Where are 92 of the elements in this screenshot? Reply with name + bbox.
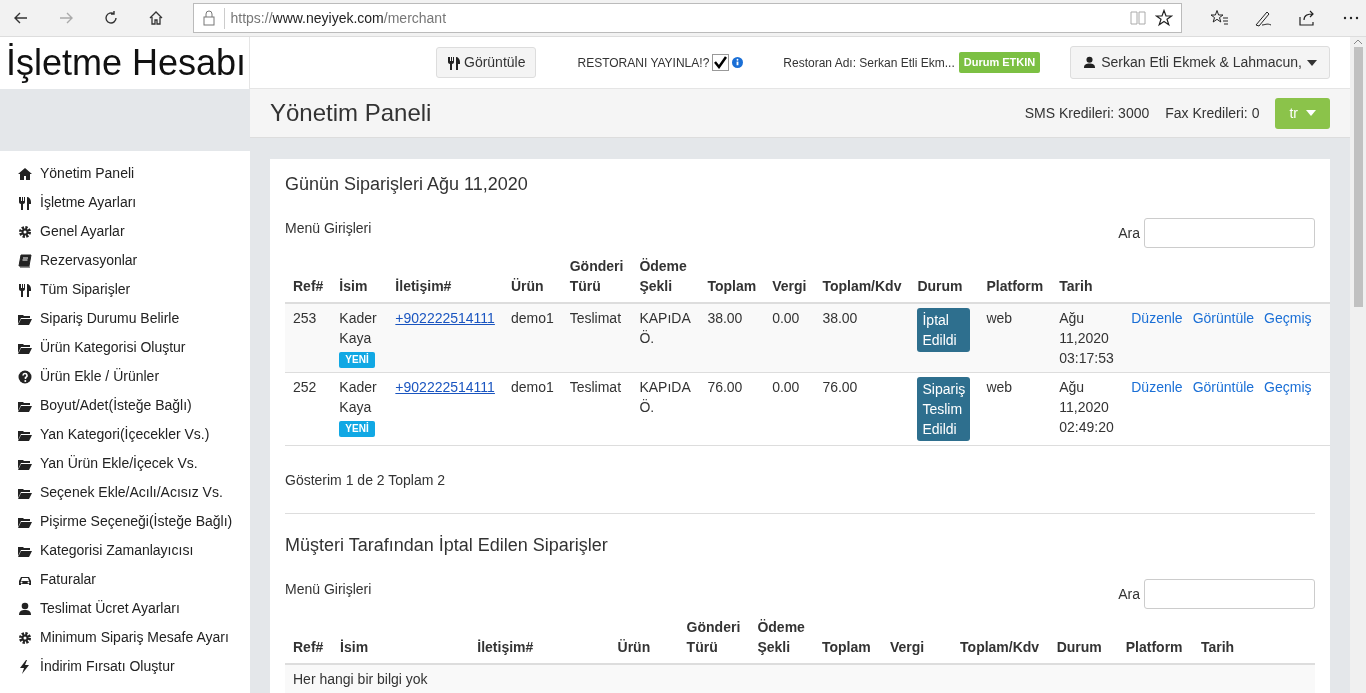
sidebar-link[interactable]: Sipariş Durumu Belirle	[0, 304, 250, 333]
brand-title: İşletme Hesabı	[0, 37, 250, 89]
address-bar[interactable]: https://www.neyiyek.com/merchant	[192, 3, 1182, 33]
user-icon	[18, 601, 32, 616]
table-cell: 0.00	[772, 310, 800, 326]
table-cell: 76.00	[822, 379, 858, 395]
sidebar-link[interactable]: Ürün Kategorisi Oluştur	[0, 333, 250, 362]
check-icon	[714, 56, 728, 69]
table-cell: 0.00	[772, 379, 800, 395]
table-info: Gösterim 1 de 2 Toplam 2	[285, 471, 447, 490]
entries-label: Menü Girişleri	[285, 580, 372, 599]
sidebar-link[interactable]: Rezervasyonlar	[0, 246, 250, 275]
action-link[interactable]: Düzenle	[1131, 379, 1183, 395]
action-link[interactable]: Görüntüle	[1192, 379, 1255, 395]
phone-link[interactable]: +902222514111	[395, 379, 495, 395]
search-label: Ara	[1118, 584, 1140, 604]
sidebar-link[interactable]: İşletme Ayarları	[0, 188, 250, 217]
question-icon	[18, 369, 32, 384]
table-cell: Teslimat	[569, 310, 622, 326]
lock-icon	[201, 10, 216, 26]
fork-knife-icon	[18, 282, 32, 297]
publish-label: RESTORANI YAYINLA!?	[577, 54, 710, 72]
section-title: Günün Siparişleri Ağu 11,2020	[285, 173, 529, 196]
sidebar-link[interactable]: Seçenek Ekle/Acılı/Acısız Vs.	[0, 478, 250, 507]
sidebar-link[interactable]: Teslimat Ücret Ayarları	[0, 594, 250, 623]
sidebar-link[interactable]: Tüm Siparişler	[0, 275, 250, 304]
entries-label: Menü Girişleri	[285, 219, 372, 238]
sidebar-link[interactable]: Genel Ayarlar	[0, 217, 250, 246]
action-link[interactable]: Geçmiş	[1264, 379, 1312, 395]
status-label: Sipariş Teslim Edildi	[917, 377, 971, 441]
home-icon	[18, 166, 32, 181]
user-icon	[1083, 56, 1097, 69]
table-cell: 38.00	[707, 310, 743, 326]
fax-credits: Fax Kredileri: 0	[1165, 103, 1260, 123]
sidebar-link[interactable]: Ürün Ekle / Ürünler	[0, 362, 250, 391]
sidebar-link[interactable]: Yönetim Paneli	[0, 159, 250, 188]
phone-link[interactable]: +902222514111	[395, 310, 495, 326]
status-badge: Durum ETKIN	[958, 52, 1041, 73]
publish-checkbox[interactable]	[712, 54, 730, 71]
table-cell: 76.00	[707, 379, 743, 395]
caret-icon	[1306, 110, 1316, 116]
gear-icon	[18, 224, 32, 239]
table-cell: Teslimat	[569, 379, 622, 395]
pen-icon[interactable]	[1254, 9, 1274, 27]
table-cell: demo1	[510, 379, 554, 395]
table-cell: web	[986, 379, 1013, 395]
sidebar-link[interactable]: Faturalar	[0, 565, 250, 594]
restaurant-name: Restoran Adı: Serkan Etli Ekm...	[783, 54, 955, 72]
fork-knife-icon	[18, 195, 32, 210]
sidebar-link[interactable]: İndirim Fırsatı Oluştur	[0, 652, 250, 681]
empty-message: Her hangi bir bilgi yok	[293, 671, 428, 687]
action-link[interactable]: Düzenle	[1131, 310, 1183, 326]
action-link[interactable]: Geçmiş	[1264, 310, 1312, 326]
info-icon[interactable]	[732, 57, 744, 68]
star-icon[interactable]	[1155, 9, 1173, 27]
table-cell-text: Kader Kaya	[339, 378, 378, 417]
scroll-thumb[interactable]	[1353, 47, 1363, 307]
sidebar-link[interactable]: Minimum Sipariş Mesafe Ayarı	[0, 623, 250, 652]
sms-credits: SMS Kredileri: 3000	[1024, 103, 1150, 123]
scroll-up-icon[interactable]	[1353, 37, 1363, 47]
search-field[interactable]	[1144, 579, 1315, 609]
gear-icon	[18, 630, 32, 645]
fork-knife-icon	[447, 56, 461, 71]
sidebar-link[interactable]: Kategorisi Zamanlayıcısı	[0, 536, 250, 565]
table-cell: 253	[293, 310, 317, 326]
table-cell-text: Ağu 11,2020 02:49:20	[1059, 378, 1115, 437]
new-badge: YENİ	[339, 352, 375, 368]
search-label: Ara	[1118, 223, 1140, 243]
sidebar-link[interactable]: Yan Ürün Ekle/İçecek Vs.	[0, 449, 250, 478]
table-cell-text: Kader Kaya	[339, 309, 378, 348]
table-cell-text: Ağu 11,2020 03:17:53	[1059, 309, 1115, 368]
search-field[interactable]	[1144, 218, 1315, 248]
section-title: Müşteri Tarafından İptal Edilen Siparişler	[285, 534, 609, 557]
book-icon	[18, 253, 32, 268]
page-title: Yönetim Paneli	[270, 98, 432, 128]
table-cell: 252	[293, 379, 317, 395]
lightning-icon	[18, 659, 32, 674]
caret-icon	[1307, 59, 1317, 66]
new-badge: YENİ	[339, 421, 375, 437]
table-cell: web	[986, 310, 1013, 326]
sidebar-link[interactable]: Pişirme Seçeneği(İsteğe Bağlı)	[0, 507, 250, 536]
table-cell-text: KAPıDA Ö.	[639, 309, 692, 348]
sidebar-link[interactable]: Yan Kategori(İçecekler Vs.)	[0, 420, 250, 449]
view-button[interactable]: Görüntüle	[436, 47, 537, 78]
sidebar-link[interactable]: Boyut/Adet(İsteğe Bağlı)	[0, 391, 250, 420]
table-cell-text: KAPıDA Ö.	[639, 378, 692, 417]
user-menu-button[interactable]: Serkan Etli Ekmek & Lahmacun,	[1070, 46, 1330, 79]
table-cell: demo1	[510, 310, 554, 326]
table-cell: 38.00	[822, 310, 858, 326]
status-label: İptal Edildi	[917, 308, 971, 352]
action-link[interactable]: Görüntüle	[1192, 310, 1255, 326]
favorites-icon[interactable]	[1210, 9, 1230, 27]
